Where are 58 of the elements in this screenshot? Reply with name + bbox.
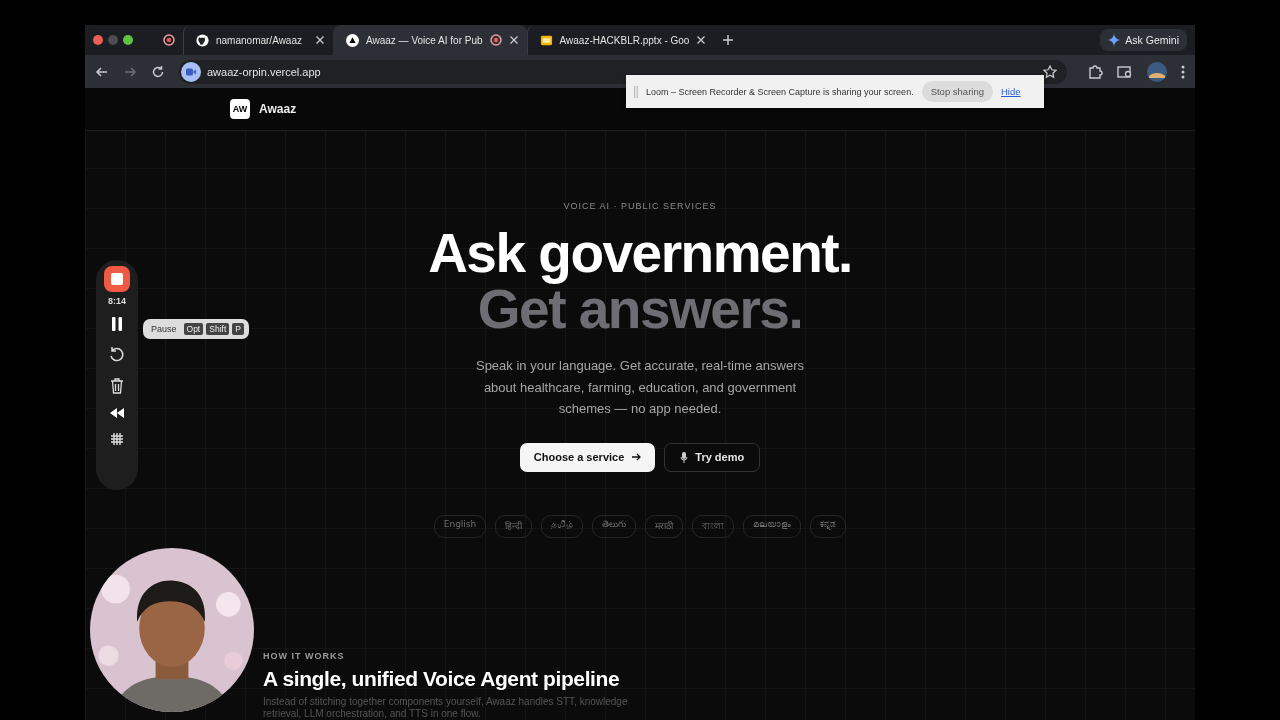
tab-search-icon[interactable] [1117, 63, 1133, 80]
brand-name[interactable]: Awaaz [259, 102, 297, 116]
tab-title: namanomar/Awaaz [216, 34, 303, 46]
tab-title: Awaaz — Voice AI for Pub [366, 34, 483, 46]
choose-service-button[interactable]: Choose a service [519, 442, 656, 472]
tab-title: Awaaz-HACKBLR.pptx - Goo [559, 34, 690, 46]
puzzle-icon[interactable] [1087, 63, 1103, 80]
menu-icon[interactable] [1181, 64, 1185, 79]
restart-icon[interactable] [108, 346, 126, 364]
eyebrow-label: VOICE AI · PUBLIC SERVICES [563, 201, 717, 211]
forward-icon[interactable] [123, 64, 137, 79]
close-icon[interactable] [508, 35, 519, 45]
shortcut-key: P [232, 323, 244, 335]
drag-handle-icon[interactable] [634, 85, 638, 98]
grid-icon[interactable] [110, 432, 124, 446]
language-chip[interactable]: English [433, 514, 487, 538]
shortcut-key: Shift [206, 323, 230, 335]
stop-sharing-button[interactable]: Stop sharing [921, 81, 993, 102]
site-info-icon[interactable] [181, 61, 201, 82]
slides-icon [539, 33, 553, 47]
language-chip[interactable]: മലയാളം [743, 514, 802, 538]
star-icon[interactable] [1043, 64, 1057, 79]
recording-timer: 8:14 [108, 296, 126, 306]
new-tab-icon[interactable] [722, 34, 735, 46]
shortcut-key: Opt [183, 323, 204, 335]
language-chip[interactable]: తెలుగు [592, 514, 637, 538]
reload-icon[interactable] [151, 64, 165, 79]
language-chip[interactable]: ಕನ್ನಡ [810, 514, 847, 538]
section-paragraph: Instead of stitching together components yourself, Awaaz handles STT, knowledge retrieval, LLM orchestration, and TTS in one flow. [263, 696, 629, 720]
close-window-button[interactable] [93, 35, 103, 45]
back-icon[interactable] [95, 64, 109, 79]
rewind-icon[interactable] [109, 408, 125, 418]
trash-icon[interactable] [110, 378, 124, 394]
try-demo-button[interactable]: Try demo [664, 442, 761, 472]
arrow-icon [631, 452, 642, 462]
browser-tab[interactable]: Awaaz — Voice AI for Pub [333, 25, 527, 55]
close-icon[interactable] [315, 35, 325, 45]
ask-gemini-button[interactable]: Ask Gemini [1100, 29, 1187, 51]
zoom-window-button[interactable] [123, 35, 133, 45]
sharing-message: Loom – Screen Recorder & Screen Capture is sharing your screen. [646, 86, 914, 97]
language-chip[interactable]: தமிழ் [541, 514, 584, 538]
close-icon[interactable] [696, 35, 707, 45]
section-eyebrow: HOW IT WORKS [263, 651, 346, 661]
language-chip[interactable]: मराठी [645, 514, 684, 538]
language-chip[interactable]: বাংলা [692, 514, 735, 538]
stop-recording-button[interactable] [104, 266, 130, 292]
logo-mark[interactable]: AW [230, 99, 250, 119]
url-text: awaaz-orpin.vercel.app [207, 65, 321, 78]
profile-avatar[interactable] [1147, 61, 1167, 82]
section-title: A single, unified Voice Agent pipeline [263, 667, 621, 691]
sparkle-icon [1108, 34, 1121, 46]
hide-link[interactable]: Hide [1001, 86, 1021, 97]
microphone-icon [680, 451, 689, 463]
language-chip[interactable]: हिन्दी [495, 514, 533, 538]
intro-paragraph: Speak in your language. Get accurate, real-time answers about healthcare, farming, education, and government schemes — no app needed. [474, 357, 806, 418]
tooltip-label: Pause [151, 324, 177, 334]
record-icon [163, 34, 175, 46]
pause-icon[interactable] [110, 316, 124, 332]
